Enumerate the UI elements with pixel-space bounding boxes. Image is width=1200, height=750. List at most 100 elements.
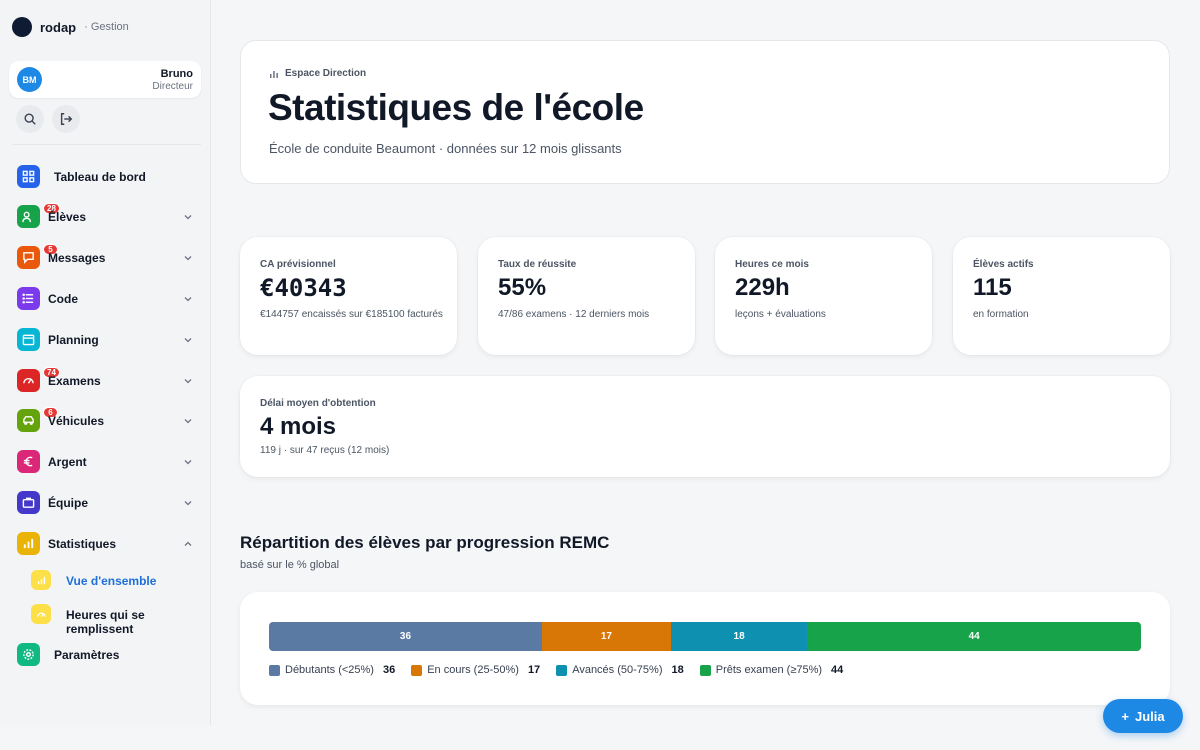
sidebar-item-tableau-de-bord[interactable]: Tableau de bord	[0, 162, 211, 192]
bar-chart-icon	[31, 570, 51, 590]
chevron-down-icon[interactable]	[183, 212, 193, 222]
progress-stacked-bar: 36 17 18 44	[269, 622, 1141, 651]
legend-item: En cours (25-50%) 17	[411, 664, 540, 676]
kicker: Espace Direction	[269, 68, 366, 79]
sidebar-item-label: Véhicules	[48, 414, 105, 428]
stat-card-eleves: Élèves actifs 115 en formation	[953, 237, 1170, 355]
chevron-up-icon[interactable]	[183, 539, 193, 549]
sidebar-item-argent[interactable]: Argent	[0, 447, 211, 477]
sidebar-item-label: Statistiques	[48, 537, 117, 551]
brand-sub: · Gestion	[84, 21, 129, 33]
sidebar-item-label: Tableau de bord	[54, 170, 146, 184]
sidebar-divider	[12, 144, 201, 145]
search-button[interactable]	[16, 105, 44, 133]
legend-label: Prêts examen (≥75%)	[715, 664, 823, 676]
kicker-label: Espace Direction	[285, 68, 367, 79]
gauge-icon	[31, 604, 51, 624]
stat-value: 229h	[735, 274, 790, 301]
chevron-down-icon[interactable]	[183, 253, 193, 263]
legend-value: 17	[527, 664, 541, 676]
legend-value: 18	[671, 664, 684, 676]
bar-segment: 18	[670, 622, 808, 651]
sidebar: rodap · Gestion BM Bruno Directeur Table…	[0, 0, 211, 725]
logout-button[interactable]	[52, 105, 80, 133]
page-subtitle: École de conduite Beaumont · données sur…	[269, 141, 622, 156]
user-role: Directeur	[152, 81, 193, 92]
sidebar-item-eleves[interactable]: 28 Élèves	[0, 202, 211, 232]
stat-label: Élèves actifs	[973, 259, 1034, 270]
sidebar-item-label: Messages	[48, 251, 106, 265]
brand-name: rodap	[40, 19, 77, 35]
sidebar-item-label: Paramètres	[54, 648, 120, 662]
julia-label: Julia	[1134, 708, 1165, 724]
legend-swatch	[269, 664, 280, 676]
gear-icon	[17, 643, 40, 666]
euro-icon	[17, 450, 40, 473]
page-header: Espace Direction Statistiques de l'école…	[240, 40, 1170, 184]
briefcase-icon	[17, 491, 40, 514]
stat-card-heures: Heures ce mois 229h leçons + évaluations	[715, 237, 932, 355]
dashboard-icon	[17, 165, 40, 188]
chevron-down-icon[interactable]	[183, 335, 193, 345]
stat-note: 47/86 examens · 12 derniers mois	[498, 309, 650, 320]
subnav-vue-ensemble[interactable]: Vue d'ensemble	[0, 568, 211, 594]
legend-label: Avancés (50-75%)	[572, 664, 663, 676]
subnav-heures-remplissent[interactable]: Heures qui se remplissent	[0, 602, 211, 636]
subnav-label: Heures qui se remplissent	[66, 608, 145, 636]
bar-segment: 17	[541, 622, 671, 651]
page-title: Statistiques de l'école	[268, 87, 644, 128]
sidebar-item-label: Examens	[48, 374, 101, 388]
chevron-down-icon[interactable]	[183, 416, 193, 426]
chevron-down-icon[interactable]	[183, 376, 193, 386]
stat-value: 115	[973, 274, 1012, 301]
legend-value: 44	[831, 664, 844, 676]
chevron-down-icon[interactable]	[183, 294, 193, 304]
avatar: BM	[17, 67, 42, 92]
sidebar-item-parametres[interactable]: Paramètres	[0, 640, 211, 670]
sidebar-item-code[interactable]: Code	[0, 284, 211, 314]
stat-card-delai: Délai moyen d'obtention 4 mois 119 j · s…	[240, 376, 1170, 477]
bar-segment: 44	[807, 622, 1141, 651]
sidebar-item-statistiques[interactable]: Statistiques	[0, 529, 211, 559]
stat-note: €144757 encaissés sur €185100 facturés	[260, 309, 443, 320]
chevron-down-icon[interactable]	[183, 498, 193, 508]
sidebar-item-planning[interactable]: Planning	[0, 325, 211, 355]
bar-chart-icon	[270, 70, 278, 78]
sidebar-item-label: Code	[48, 292, 78, 306]
sidebar-item-label: Équipe	[48, 496, 89, 510]
stat-label: Heures ce mois	[735, 259, 809, 270]
legend-swatch	[411, 664, 423, 676]
search-icon	[24, 113, 36, 125]
sidebar-item-examens[interactable]: 74 Examens	[0, 366, 211, 396]
stat-value: 4 mois	[260, 413, 337, 440]
section-subtitle: basé sur le % global	[240, 559, 340, 571]
stat-label: CA prévisionnel	[260, 259, 336, 270]
legend-label: En cours (25-50%)	[427, 664, 519, 676]
sidebar-item-equipe[interactable]: Équipe	[0, 488, 211, 518]
legend-item: Avancés (50-75%) 18	[556, 664, 684, 676]
legend-label: Débutants (<25%)	[285, 664, 374, 676]
plus-icon: +	[1121, 708, 1129, 724]
calendar-icon	[17, 328, 40, 351]
stat-note: leçons + évaluations	[735, 309, 826, 320]
logout-icon	[60, 113, 73, 125]
stat-label: Délai moyen d'obtention	[260, 398, 376, 409]
user-name: Bruno	[160, 68, 193, 80]
stat-note: en formation	[973, 309, 1029, 320]
user-card[interactable]: BM Bruno Directeur	[9, 61, 201, 98]
subnav-label: Vue d'ensemble	[66, 574, 157, 588]
legend-swatch	[556, 664, 568, 676]
sidebar-item-messages[interactable]: 5 Messages	[0, 243, 211, 273]
gauge-icon: 74	[17, 367, 60, 392]
chevron-down-icon[interactable]	[183, 457, 193, 467]
stat-value: €40343	[260, 274, 347, 302]
julia-assistant-button[interactable]: + Julia	[1103, 699, 1183, 733]
stat-note: 119 j · sur 47 reçus (12 mois)	[260, 445, 390, 456]
sidebar-item-label: Planning	[48, 333, 99, 347]
stat-value: 55%	[498, 274, 547, 301]
stat-card-reussite: Taux de réussite 55% 47/86 examens · 12 …	[478, 237, 695, 355]
message-icon: 5	[17, 244, 58, 269]
sidebar-item-vehicules[interactable]: 6 Véhicules	[0, 406, 211, 436]
list-icon	[17, 287, 40, 310]
brand[interactable]: rodap · Gestion	[12, 17, 129, 37]
